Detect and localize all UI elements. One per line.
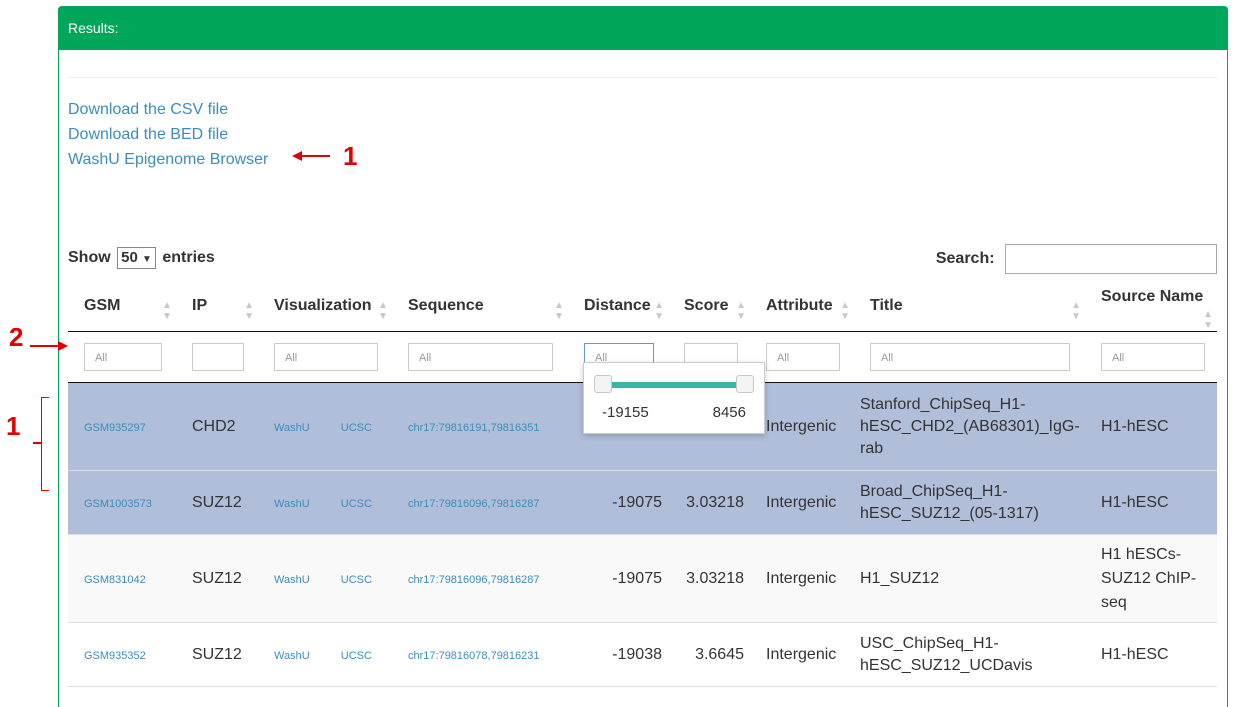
title-cell: H1_SUZ12 <box>854 534 1085 623</box>
sort-icon: ▲ ▼ <box>554 300 564 322</box>
annotation-label-1: 1 <box>343 141 358 171</box>
source-cell: H1-hESC <box>1085 470 1217 535</box>
table-header-row: GSM ▲ ▼ IP ▲ ▼ Visualization ▲ ▼ Sequence ▲ ▼ Di… <box>68 288 1217 332</box>
annotation-label-1b: 1 <box>6 411 21 441</box>
score-cell: 3.6645 <box>668 622 750 687</box>
ucsc-link[interactable]: UCSC <box>341 498 372 510</box>
sort-icon: ▲ ▼ <box>654 300 664 322</box>
col-distance[interactable]: Distance ▲ ▼ <box>568 288 668 332</box>
sort-icon: ▲ ▼ <box>1203 309 1213 331</box>
attribute-cell: Intergenic <box>750 622 854 687</box>
sort-icon: ▲ ▼ <box>378 300 388 322</box>
washu-browser-link[interactable]: WashU Epigenome Browser <box>68 147 268 172</box>
col-attribute[interactable]: Attribute ▲ ▼ <box>750 288 854 332</box>
col-sequence[interactable]: Sequence ▲ ▼ <box>392 288 568 332</box>
col-gsm[interactable]: GSM ▲ ▼ <box>68 288 176 332</box>
page-length-value: 50 <box>121 249 138 266</box>
range-min-value: -19155 <box>602 404 649 421</box>
annotation-arrow-2 <box>30 345 58 347</box>
attribute-cell: Intergenic <box>750 534 854 623</box>
filter-ip[interactable] <box>192 343 244 371</box>
ucsc-link[interactable]: UCSC <box>341 650 372 662</box>
filter-source-name[interactable]: All <box>1101 343 1205 371</box>
title-cell: USC_ChipSeq_H1-hESC_SUZ12_UCDavis <box>854 622 1085 687</box>
col-visualization[interactable]: Visualization ▲ ▼ <box>258 288 392 332</box>
gsm-link[interactable]: GSM935297 <box>84 422 146 434</box>
dropdown-arrow-icon: ▼ <box>141 254 152 265</box>
sort-icon: ▲ ▼ <box>244 300 254 322</box>
table-row[interactable]: GSM831042 SUZ12 WashU UCSC chr17:7981609… <box>68 534 1217 623</box>
attribute-cell: Intergenic <box>750 382 854 471</box>
search-label: Search: <box>935 250 995 268</box>
gsm-link[interactable]: GSM935352 <box>84 650 146 662</box>
filter-visualization[interactable]: All <box>274 343 378 371</box>
washu-link[interactable]: WashU <box>274 422 310 434</box>
title-cell: Stanford_ChipSeq_H1-hESC_CHD2_(AB68301)_… <box>854 382 1085 471</box>
annotation-bracket <box>41 397 49 491</box>
annotation-label-2: 2 <box>9 322 24 352</box>
gsm-link[interactable]: GSM1003573 <box>84 498 152 510</box>
title-cell: Broad_ChipSeq_H1-hESC_SUZ12_(05-1317) <box>854 470 1085 535</box>
range-slider-track[interactable] <box>602 382 746 388</box>
results-panel: Results: Download the CSV file Download … <box>58 6 1228 707</box>
source-cell: H1-hESC <box>1085 622 1217 687</box>
panel-title: Results: <box>59 7 1227 50</box>
distance-cell: -19038 <box>568 622 668 687</box>
entries-label: entries <box>162 249 215 267</box>
sequence-link[interactable]: chr17:79816096,79816287 <box>408 574 540 586</box>
filter-gsm[interactable]: All <box>84 343 162 371</box>
col-source-name[interactable]: Source Name ▲ ▼ <box>1085 288 1217 332</box>
table-row[interactable]: GSM1003573 SUZ12 WashU UCSC chr17:798160… <box>68 470 1217 535</box>
col-title[interactable]: Title ▲ ▼ <box>854 288 1085 332</box>
divider <box>68 77 1218 78</box>
table-row[interactable]: GSM935352 SUZ12 WashU UCSC chr17:7981607… <box>68 622 1217 687</box>
col-score[interactable]: Score ▲ ▼ <box>668 288 750 332</box>
filter-attribute[interactable]: All <box>766 343 840 371</box>
filter-sequence[interactable]: All <box>408 343 553 371</box>
source-cell: H1-hESC <box>1085 382 1217 471</box>
source-cell: H1 hESCs-SUZ12 ChIP-seq <box>1085 534 1217 623</box>
page-length-select[interactable]: 50 ▼ <box>117 247 156 269</box>
range-slider-min-handle[interactable] <box>594 375 612 393</box>
filter-title[interactable]: All <box>870 343 1070 371</box>
annotation-bracket-tick <box>33 442 41 444</box>
page-length-control: Show 50 ▼ entries <box>68 247 215 269</box>
washu-link[interactable]: WashU <box>274 650 310 662</box>
gsm-link[interactable]: GSM831042 <box>84 574 146 586</box>
download-links: Download the CSV file Download the BED f… <box>68 97 268 172</box>
sort-icon: ▲ ▼ <box>840 300 850 322</box>
distance-cell: -19075 <box>568 470 668 535</box>
ip-cell: SUZ12 <box>176 470 258 535</box>
annotation-arrow-1 <box>300 155 330 157</box>
range-max-value: 8456 <box>712 404 746 421</box>
sort-icon: ▲ ▼ <box>736 300 746 322</box>
search-input[interactable] <box>1005 244 1217 274</box>
show-label: Show <box>68 249 111 267</box>
sequence-link[interactable]: chr17:79816191,79816351 <box>408 422 540 434</box>
washu-link[interactable]: WashU <box>274 498 310 510</box>
score-cell: 3.03218 <box>668 470 750 535</box>
annotation-arrow-2-head <box>58 341 68 351</box>
sequence-link[interactable]: chr17:79816096,79816287 <box>408 498 540 510</box>
ucsc-link[interactable]: UCSC <box>341 422 372 434</box>
download-bed-link[interactable]: Download the BED file <box>68 122 268 147</box>
range-slider-max-handle[interactable] <box>736 375 754 393</box>
results-table: GSM ▲ ▼ IP ▲ ▼ Visualization ▲ ▼ Sequence ▲ ▼ Di… <box>68 288 1217 687</box>
distance-cell: -19075 <box>568 534 668 623</box>
ip-cell: CHD2 <box>176 382 258 471</box>
sort-icon: ▲ ▼ <box>162 300 172 322</box>
search-control: Search: <box>936 244 1217 274</box>
ip-cell: SUZ12 <box>176 534 258 623</box>
washu-link[interactable]: WashU <box>274 574 310 586</box>
download-csv-link[interactable]: Download the CSV file <box>68 97 268 122</box>
score-cell: 3.03218 <box>668 534 750 623</box>
sort-icon: ▲ ▼ <box>1071 300 1081 322</box>
attribute-cell: Intergenic <box>750 470 854 535</box>
col-ip[interactable]: IP ▲ ▼ <box>176 288 258 332</box>
sequence-link[interactable]: chr17:79816078,79816231 <box>408 650 540 662</box>
ucsc-link[interactable]: UCSC <box>341 574 372 586</box>
distance-range-popup: -19155 8456 <box>583 362 765 434</box>
ip-cell: SUZ12 <box>176 622 258 687</box>
